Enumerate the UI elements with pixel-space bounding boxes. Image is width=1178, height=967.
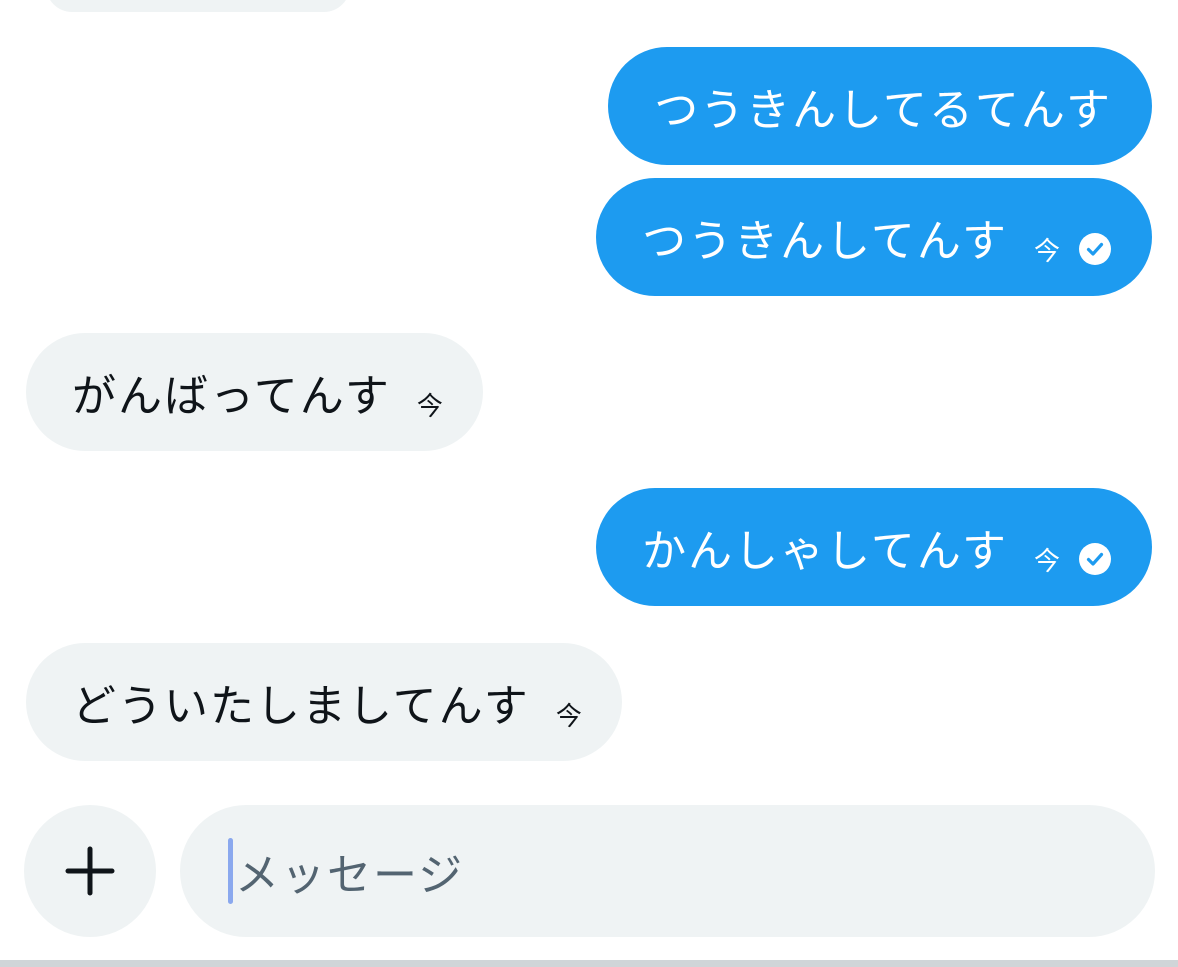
message-bubble-incoming[interactable]: どういたしましてんす 今 [26, 643, 622, 761]
message-bubble-outgoing[interactable]: つうきんしてるてんす [608, 47, 1152, 165]
message-input-placeholder: メッセージ [235, 850, 465, 901]
plus-icon [65, 846, 115, 896]
message-timestamp: 今 [1033, 546, 1060, 577]
message-text: どういたしましてんす [72, 681, 530, 732]
text-caret [228, 838, 233, 904]
message-text: つうきんしてんす [642, 216, 1008, 267]
message-text: かんしゃしてんす [642, 526, 1008, 577]
message-text: がんばってんす [72, 371, 391, 422]
message-timestamp: 今 [1033, 236, 1060, 267]
read-check-icon [1079, 233, 1111, 265]
message-timestamp: 今 [416, 391, 443, 422]
message-bubble-outgoing[interactable]: かんしゃしてんす 今 [596, 488, 1152, 606]
previous-message-bubble [46, 0, 350, 12]
message-bubble-incoming[interactable]: がんばってんす 今 [26, 333, 483, 451]
message-timestamp: 今 [555, 701, 582, 732]
add-media-button[interactable] [24, 805, 156, 937]
message-text: つうきんしてるてんす [654, 85, 1112, 136]
bottom-divider [0, 960, 1178, 967]
message-input[interactable]: メッセージ [180, 805, 1155, 937]
read-check-icon [1079, 543, 1111, 575]
message-bubble-outgoing[interactable]: つうきんしてんす 今 [596, 178, 1152, 296]
